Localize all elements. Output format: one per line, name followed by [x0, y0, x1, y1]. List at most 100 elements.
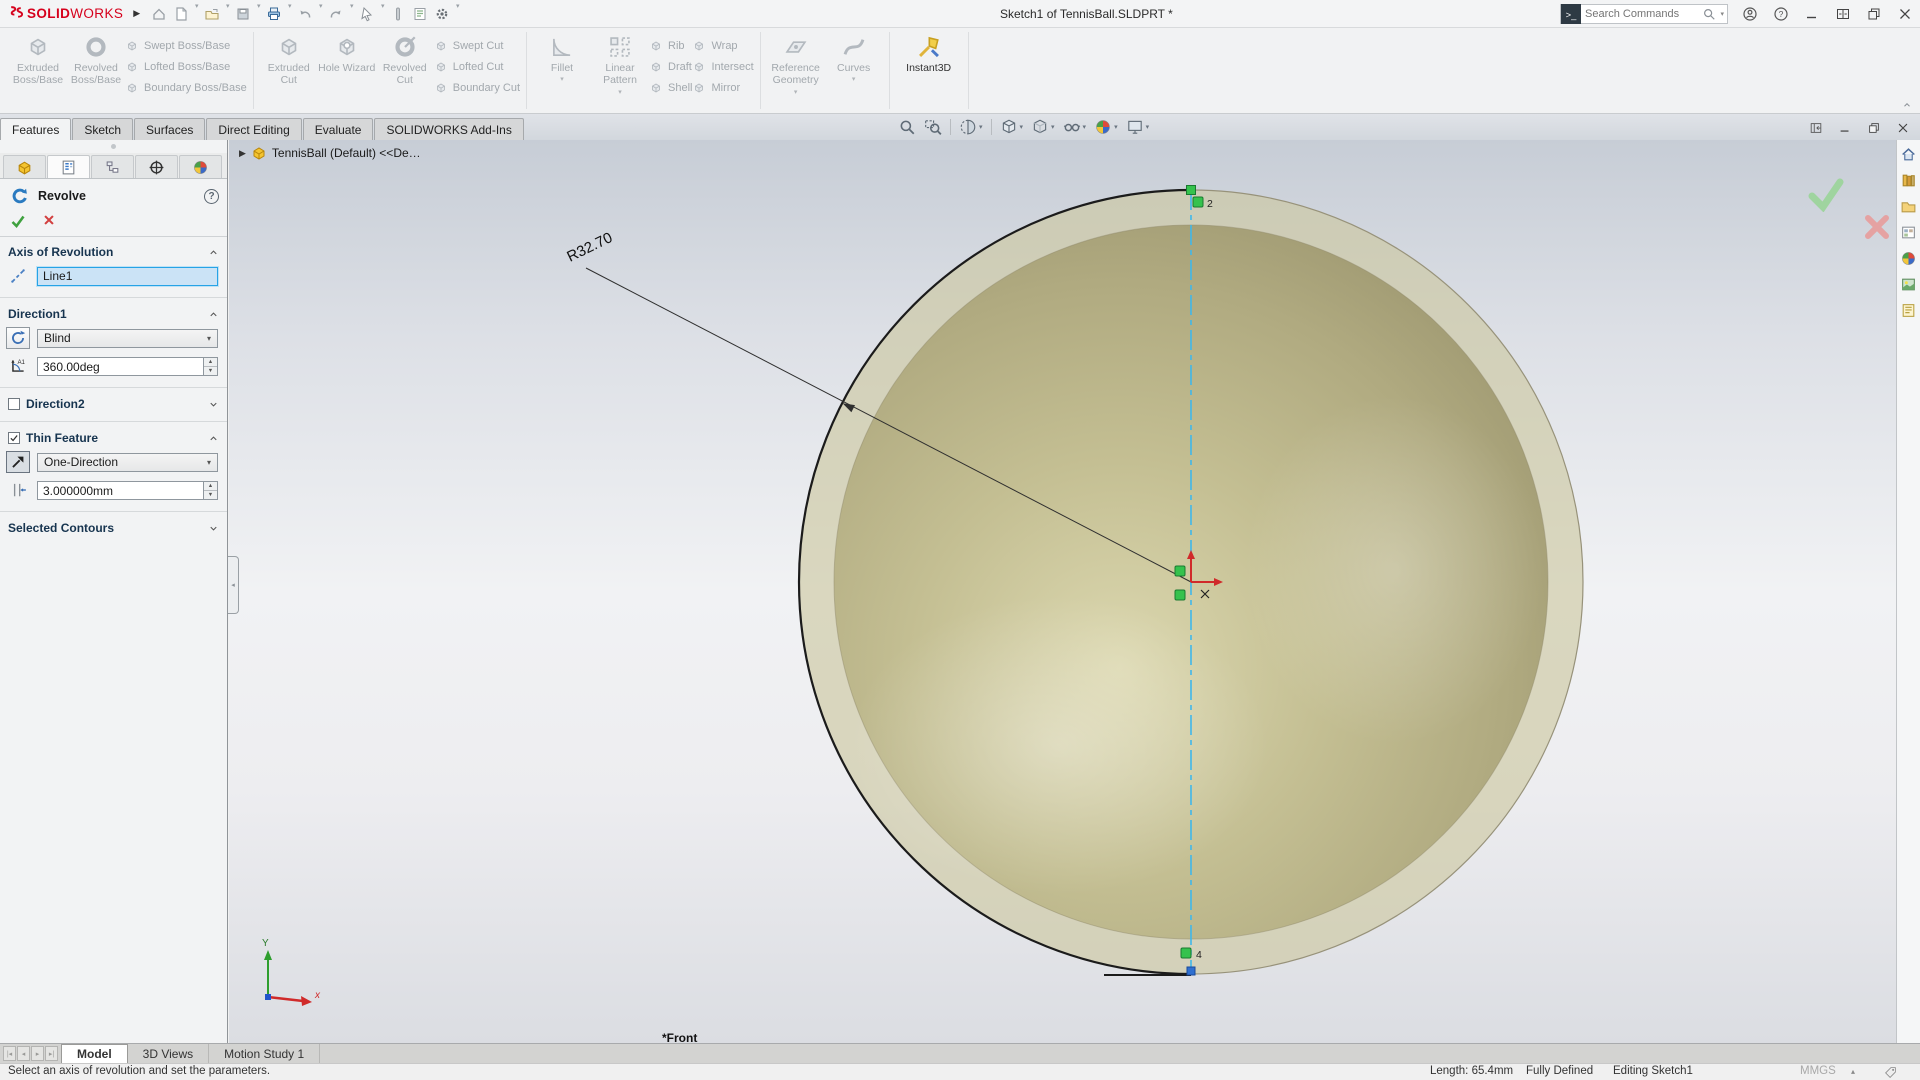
doc-tab-motion-study-1[interactable]: Motion Study 1 [209, 1044, 320, 1063]
print-dropdown-caret[interactable]: ▾ [285, 2, 294, 26]
open-button[interactable] [201, 2, 223, 26]
lofted-boss-base-button[interactable]: Lofted Boss/Base [125, 56, 247, 77]
revolved-cut-button[interactable]: Revolved Cut [376, 30, 434, 111]
zoom-area-button[interactable] [921, 116, 945, 138]
doc-tab-model[interactable]: Model [61, 1044, 128, 1063]
hole-wizard-button[interactable]: Hole Wizard [318, 30, 376, 111]
direction1-type-dropdown[interactable]: Blind▾ [37, 329, 218, 348]
save-dropdown-caret[interactable]: ▾ [254, 2, 263, 26]
dropdown-caret-icon[interactable]: ▾ [979, 123, 983, 131]
menu-expand-caret-icon[interactable]: ▶ [133, 8, 140, 19]
swept-boss-base-button[interactable]: Swept Boss/Base [125, 35, 247, 56]
new-document-button[interactable] [170, 2, 192, 26]
stepper-up-icon[interactable]: ▲ [204, 482, 217, 491]
confirmation-corner-cancel-button[interactable] [1864, 214, 1890, 240]
chevron-up-icon[interactable] [208, 433, 219, 444]
ribbon-collapse-caret-icon[interactable] [1902, 100, 1912, 110]
help-icon[interactable]: ? [204, 189, 219, 204]
home-button[interactable] [148, 2, 170, 26]
stepper-down-icon[interactable]: ▼ [204, 491, 217, 499]
tp-appearance-button[interactable] [1900, 250, 1917, 267]
extruded-boss-base-button[interactable]: Extruded Boss/Base [9, 30, 67, 111]
search-input[interactable] [1585, 8, 1698, 20]
tp-palette-button[interactable] [1900, 224, 1917, 241]
win-min-button[interactable] [1803, 4, 1821, 24]
last-tab-button[interactable]: ▸| [45, 1046, 58, 1061]
pm-display-tab[interactable] [179, 155, 222, 178]
edit-appearance-ball-button[interactable]: ▾ [1091, 116, 1121, 138]
stepper-up-icon[interactable]: ▲ [204, 358, 217, 367]
doc-tab-3d-views[interactable]: 3D Views [128, 1044, 209, 1063]
next-tab-button[interactable]: ▸ [31, 1046, 44, 1061]
direction1-group-header[interactable]: Direction1 [0, 299, 227, 324]
shell-button[interactable]: Shell [649, 77, 692, 98]
win-close-doc-button[interactable] [1894, 118, 1912, 138]
thickness-input[interactable]: 3.000000mm ▲▼ [37, 481, 218, 500]
angle-stepper[interactable]: ▲▼ [203, 358, 217, 375]
print-button[interactable] [263, 2, 285, 26]
tp-library-button[interactable] [1900, 172, 1917, 189]
view-orientation-cube-button[interactable]: ▾ [997, 116, 1027, 138]
wrap-button[interactable]: Wrap [692, 35, 753, 56]
chevron-up-icon[interactable] [208, 309, 219, 320]
units-caret-icon[interactable]: ▴ [1851, 1067, 1855, 1076]
zoom-fit-button[interactable] [895, 116, 919, 138]
swept-cut-button[interactable]: Swept Cut [434, 35, 520, 56]
options-gear-dropdown-caret[interactable]: ▾ [453, 2, 462, 26]
pm-props-tab[interactable] [47, 155, 90, 178]
dock-pane-doc-button[interactable] [1807, 118, 1825, 138]
hide-show-items-button[interactable]: ▾ [1060, 116, 1090, 138]
select-dropdown-caret[interactable]: ▾ [378, 2, 387, 26]
tp-home-button[interactable] [1900, 146, 1917, 163]
dropdown-caret-icon[interactable]: ▾ [852, 75, 856, 83]
undo-button[interactable] [294, 2, 316, 26]
reverse-direction-button[interactable] [6, 327, 30, 349]
redo-button[interactable] [325, 2, 347, 26]
thin-type-dropdown[interactable]: One-Direction▾ [37, 453, 218, 472]
revolved-boss-base-button[interactable]: Revolved Boss/Base [67, 30, 125, 111]
first-tab-button[interactable]: |◂ [3, 1046, 16, 1061]
reference-geometry-button[interactable]: Reference Geometry▾ [767, 30, 825, 111]
pm-dimxpert-tab[interactable] [135, 155, 178, 178]
angle-input[interactable]: 360.00deg ▲▼ [37, 357, 218, 376]
instant3d-button[interactable]: Instant3D [896, 30, 962, 111]
section-view-button[interactable]: ▾ [956, 116, 986, 138]
dropdown-caret-icon[interactable]: ▾ [618, 88, 622, 96]
cancel-button[interactable] [42, 213, 56, 229]
search-dropdown-caret[interactable]: ▾ [1720, 10, 1724, 18]
open-dropdown-caret[interactable]: ▾ [223, 2, 232, 26]
ok-button[interactable] [10, 213, 26, 229]
lofted-cut-button[interactable]: Lofted Cut [434, 56, 520, 77]
tab-surfaces[interactable]: Surfaces [134, 118, 205, 140]
endpoint-marker[interactable] [1187, 967, 1195, 975]
help-button[interactable]: ? [1772, 4, 1790, 24]
user-button[interactable] [1741, 4, 1759, 24]
panel-resize-grip[interactable]: ◂ [228, 556, 239, 614]
tab-sketch[interactable]: Sketch [72, 118, 133, 140]
view-settings-monitor-button[interactable]: ▾ [1123, 116, 1153, 138]
tab-solidworks-add-ins[interactable]: SOLIDWORKS Add-Ins [374, 118, 523, 140]
display-style-button[interactable]: ▾ [1028, 116, 1058, 138]
pm-part-tab[interactable] [3, 155, 46, 178]
win-restore-button[interactable] [1865, 4, 1883, 24]
win-resize-button[interactable] [1834, 4, 1852, 24]
tab-evaluate[interactable]: Evaluate [303, 118, 374, 140]
win-close-button[interactable] [1896, 4, 1914, 24]
select-button[interactable] [356, 2, 378, 26]
status-units[interactable]: MMGS [1800, 1065, 1836, 1077]
fillet-button[interactable]: Fillet▾ [533, 30, 591, 111]
direction2-checkbox[interactable] [8, 398, 20, 410]
thin-feature-group-header[interactable]: Thin Feature [0, 423, 227, 448]
previous-tab-button[interactable]: ◂ [17, 1046, 30, 1061]
direction2-group-header[interactable]: Direction2 [0, 389, 227, 414]
axis-of-revolution-group-header[interactable]: Axis of Revolution [0, 237, 227, 262]
axis-selection-field[interactable]: Line1 [37, 267, 218, 286]
rib-button[interactable]: Rib [649, 35, 692, 56]
graphics-area[interactable]: ▶ TennisBall (Default) <<De… R32.70 [229, 140, 1920, 1043]
dropdown-caret-icon[interactable]: ▾ [1051, 123, 1055, 131]
dropdown-caret-icon[interactable]: ▾ [560, 75, 564, 83]
draft-button[interactable]: Draft [649, 56, 692, 77]
chevron-down-icon[interactable] [208, 523, 219, 534]
win-restore-doc-button[interactable] [1865, 118, 1883, 138]
boundary-boss-base-button[interactable]: Boundary Boss/Base [125, 77, 247, 98]
